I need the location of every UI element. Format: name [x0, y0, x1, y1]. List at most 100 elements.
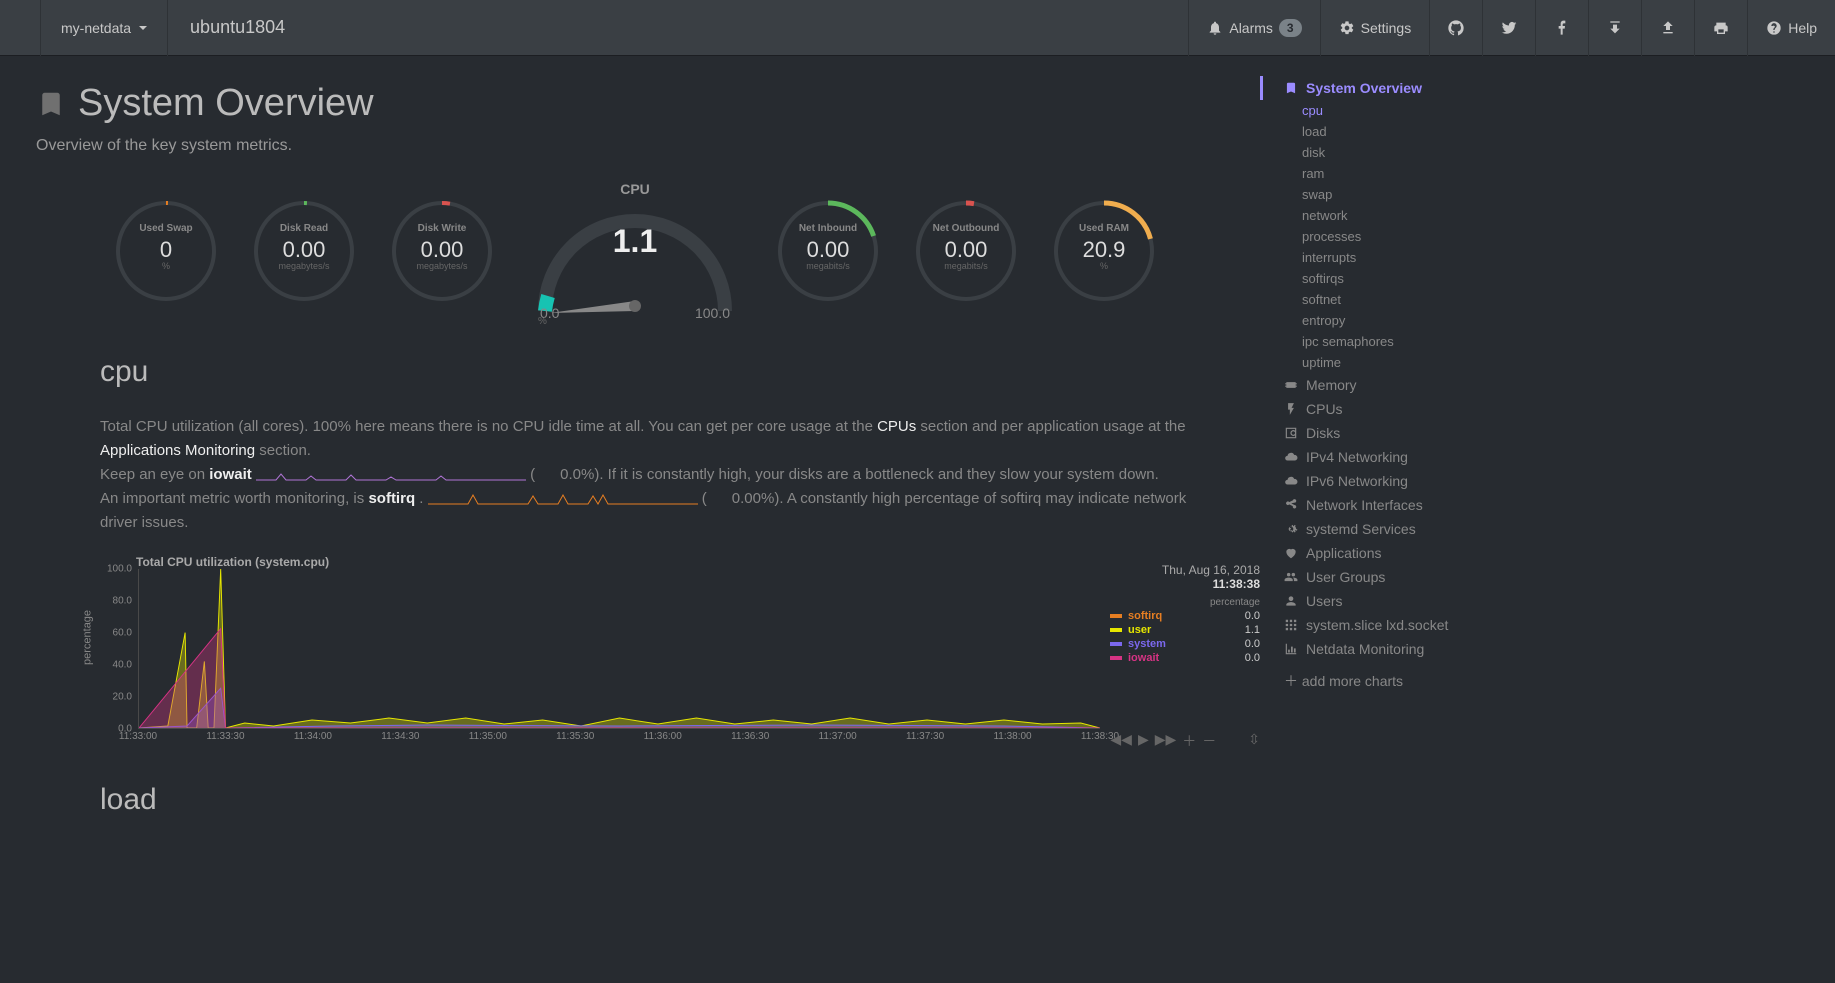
gauge-unit: megabits/s [906, 261, 1026, 271]
sidebar-item-system-overview[interactable]: System Overview [1260, 76, 1540, 100]
sidebar-sub-ram[interactable]: ram [1260, 163, 1540, 184]
gauge-cpu[interactable]: CPU 1.1 0.0 100.0 % [520, 181, 750, 321]
legend-row[interactable]: softirq 0.0 [1110, 610, 1260, 622]
print-button[interactable] [1694, 0, 1747, 56]
memory-icon [1284, 378, 1298, 392]
sidebar-sub-load[interactable]: load [1260, 121, 1540, 142]
gauge-net-inbound[interactable]: Net Inbound 0.00 megabits/s [768, 191, 888, 311]
gauge-disk-write[interactable]: Disk Write 0.00 megabytes/s [382, 191, 502, 311]
sidebar-sub-entropy[interactable]: entropy [1260, 310, 1540, 331]
sidebar-item-cpus[interactable]: CPUs [1260, 397, 1540, 421]
sidebar-sub-softirqs[interactable]: softirqs [1260, 268, 1540, 289]
sidebar-item-applications[interactable]: Applications [1260, 541, 1540, 565]
chart-forward-icon[interactable]: ▶▶ [1155, 731, 1177, 751]
sidebar: System Overview cpuloaddiskramswapnetwor… [1260, 56, 1540, 817]
chart-rewind-icon[interactable]: ◀◀ [1110, 731, 1132, 751]
sidebar-item-disks[interactable]: Disks [1260, 421, 1540, 445]
cpu-chart[interactable]: Total CPU utilization (system.cpu) perce… [74, 555, 1260, 749]
link-apps[interactable]: Applications Monitoring [100, 442, 255, 459]
gauge-unit: % [106, 261, 226, 271]
brand-dropdown[interactable]: my-netdata [40, 0, 168, 56]
sidebar-sub-processes[interactable]: processes [1260, 226, 1540, 247]
legend-series-value: 0.0 [1230, 652, 1260, 664]
legend-row[interactable]: user1.1 [1110, 624, 1260, 636]
sidebar-sub-swap[interactable]: swap [1260, 184, 1540, 205]
plot-area[interactable] [138, 569, 1100, 729]
gear-icon [1339, 20, 1355, 36]
cogs-icon [1284, 522, 1298, 536]
legend-row[interactable]: system0.0 [1110, 638, 1260, 650]
settings-button[interactable]: Settings [1320, 0, 1430, 56]
legend-series-name: user [1128, 624, 1224, 636]
sidebar-item-user-groups[interactable]: User Groups [1260, 565, 1540, 589]
sidebar-item-users[interactable]: Users [1260, 589, 1540, 613]
gauge-label: Net Outbound [906, 223, 1026, 234]
navbar: my-netdata ubuntu1804 Alarms 3 Settings … [0, 0, 1835, 56]
legend-series-name: softirq [1128, 610, 1224, 622]
sidebar-item-ipv4-networking[interactable]: IPv4 Networking [1260, 445, 1540, 469]
sidebar-sub-interrupts[interactable]: interrupts [1260, 247, 1540, 268]
sidebar-item-label: Disks [1306, 425, 1340, 441]
gauge-disk-read[interactable]: Disk Read 0.00 megabytes/s [244, 191, 364, 311]
gauge-used-ram[interactable]: Used RAM 20.9 % [1044, 191, 1164, 311]
iowait-pct: 0.0% [560, 466, 594, 483]
sidebar-sub-disk[interactable]: disk [1260, 142, 1540, 163]
gauge-value: 20.9 [1044, 237, 1164, 263]
sidebar-item-memory[interactable]: Memory [1260, 373, 1540, 397]
gauge-label: Used RAM [1044, 223, 1164, 234]
sidebar-item-label: Memory [1306, 377, 1357, 393]
gauge-unit: megabytes/s [244, 261, 364, 271]
sidebar-item-network-interfaces[interactable]: Network Interfaces [1260, 493, 1540, 517]
sidebar-sub-network[interactable]: network [1260, 205, 1540, 226]
help-button[interactable]: Help [1747, 0, 1835, 56]
sidebar-sub-uptime[interactable]: uptime [1260, 352, 1540, 373]
gauge-value: 0.00 [382, 237, 502, 263]
facebook-button[interactable] [1535, 0, 1588, 56]
gauge-value: 0.00 [906, 237, 1026, 263]
cloud-icon [1284, 450, 1298, 464]
gauge-max: 100.0 [695, 305, 730, 321]
th-icon [1284, 618, 1298, 632]
heart-icon [1284, 546, 1298, 560]
alarms-label: Alarms [1229, 20, 1273, 36]
legend-row[interactable]: iowait0.0 [1110, 652, 1260, 664]
github-button[interactable] [1429, 0, 1482, 56]
gauge-unit: megabytes/s [382, 261, 502, 271]
upload-button[interactable] [1641, 0, 1694, 56]
download-button[interactable] [1588, 0, 1641, 56]
gauge-used-swap[interactable]: Used Swap 0 % [106, 191, 226, 311]
chart-resize-icon[interactable]: ⇳ [1248, 731, 1260, 751]
metric-softirq: softirq [368, 490, 415, 507]
alarms-button[interactable]: Alarms 3 [1188, 0, 1319, 56]
gauge-value: 0.00 [768, 237, 888, 263]
legend-swatch [1110, 656, 1122, 660]
chart-play-icon[interactable]: ▶ [1138, 731, 1149, 751]
sidebar-item-system-slice-lxd-socket[interactable]: system.slice lxd.socket [1260, 613, 1540, 637]
sidebar-item-label: CPUs [1306, 401, 1343, 417]
brand-label: my-netdata [61, 20, 131, 36]
sidebar-sub-cpu[interactable]: cpu [1260, 100, 1540, 121]
sidebar-sub-ipc-semaphores[interactable]: ipc semaphores [1260, 331, 1540, 352]
hdd-icon [1284, 426, 1298, 440]
y-tick: 20.0 [100, 692, 132, 703]
sidebar-item-label: Netdata Monitoring [1306, 641, 1424, 657]
x-tick: 11:35:00 [469, 731, 507, 742]
chart-zoom-in-icon[interactable]: ＋ [1182, 731, 1196, 751]
gauge-net-outbound[interactable]: Net Outbound 0.00 megabits/s [906, 191, 1026, 311]
sidebar-item-ipv6-networking[interactable]: IPv6 Networking [1260, 469, 1540, 493]
sidebar-sub-softnet[interactable]: softnet [1260, 289, 1540, 310]
chart-legend: Thu, Aug 16, 2018 11:38:38 percentage so… [1110, 563, 1260, 664]
link-cpus[interactable]: CPUs [877, 418, 916, 435]
legend-swatch [1110, 642, 1122, 646]
twitter-button[interactable] [1482, 0, 1535, 56]
sidebar-item-systemd-services[interactable]: systemd Services [1260, 517, 1540, 541]
bookmark-icon [1284, 81, 1298, 95]
gauge-value: 0 [106, 237, 226, 263]
legend-series-value: 0.0 [1230, 610, 1260, 622]
page-title: System Overview [36, 82, 1260, 125]
sidebar-add-more[interactable]: ＋ add more charts [1260, 665, 1540, 697]
cpu-description: Total CPU utilization (all cores). 100% … [100, 415, 1220, 535]
chart-zoom-out-icon[interactable]: － [1202, 731, 1216, 751]
gauge-label: Disk Read [244, 223, 364, 234]
sidebar-item-netdata-monitoring[interactable]: Netdata Monitoring [1260, 637, 1540, 661]
